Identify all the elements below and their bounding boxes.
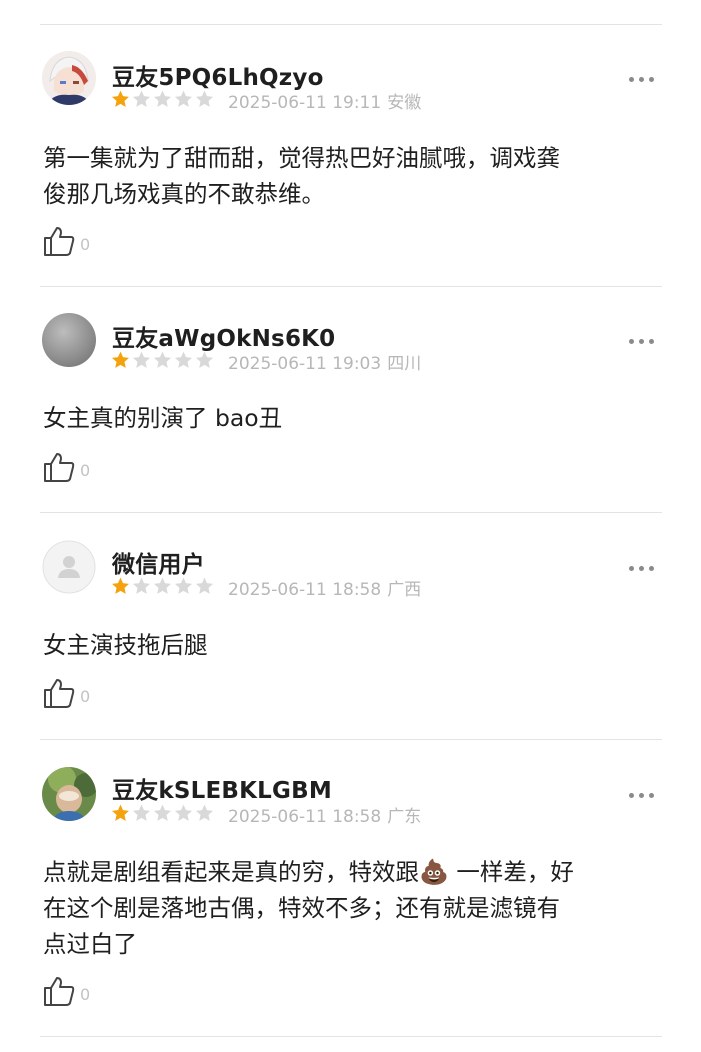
star-empty-icon — [133, 90, 150, 107]
divider — [40, 512, 662, 513]
comment-date: 2025-06-11 18:58 — [228, 807, 382, 827]
username[interactable]: 微信用户 — [112, 545, 205, 579]
star-empty-icon — [154, 577, 171, 594]
star-empty-icon — [154, 351, 171, 368]
username[interactable]: 豆友aWgOkNs6K0 — [112, 319, 335, 353]
thumbs-up-icon — [44, 679, 75, 708]
avatar-photo-icon — [42, 767, 96, 821]
divider — [40, 739, 662, 740]
star-empty-icon — [133, 804, 150, 821]
comment-text-part: 点就是剧组看起来是真的穷，特效跟 — [43, 858, 419, 886]
avatar[interactable] — [42, 540, 96, 594]
more-dots-icon[interactable] — [626, 334, 656, 348]
comment-meta: 2025-06-11 18:58 广东 — [228, 802, 421, 827]
thumbs-up-icon — [44, 227, 75, 256]
like-button[interactable]: 0 — [42, 975, 90, 1007]
star-empty-icon — [154, 804, 171, 821]
comment-location: 广西 — [387, 580, 422, 600]
comment-date: 2025-06-11 18:58 — [228, 580, 382, 600]
like-count: 0 — [80, 985, 91, 1004]
avatar[interactable] — [42, 313, 96, 367]
like-button[interactable]: 0 — [42, 225, 90, 257]
star-empty-icon — [196, 804, 213, 821]
like-button[interactable]: 0 — [42, 677, 90, 709]
star-rating — [110, 576, 215, 596]
star-empty-icon — [154, 90, 171, 107]
comment-date: 2025-06-11 19:03 — [228, 354, 382, 374]
avatar[interactable] — [42, 767, 96, 821]
comment-location: 广东 — [387, 807, 422, 827]
comment-text: 第一集就为了甜而甜，觉得热巴好油腻哦，调戏龚 俊那几场戏真的不敢恭维。 — [43, 144, 560, 208]
like-count: 0 — [80, 687, 91, 706]
poop-emoji: 💩 — [419, 858, 449, 886]
star-filled-icon — [112, 804, 129, 821]
comment-meta: 2025-06-11 19:11 安徽 — [228, 88, 421, 113]
star-empty-icon — [133, 351, 150, 368]
star-empty-icon — [175, 804, 192, 821]
star-empty-icon — [175, 90, 192, 107]
comment-location: 四川 — [387, 354, 422, 374]
comment-meta: 2025-06-11 18:58 广西 — [228, 575, 421, 600]
more-dots-icon[interactable] — [626, 788, 656, 802]
username[interactable]: 豆友5PQ6LhQzyo — [112, 58, 324, 92]
divider — [40, 286, 662, 287]
star-rating — [110, 89, 215, 109]
like-button[interactable]: 0 — [42, 451, 90, 483]
star-filled-icon — [112, 90, 129, 107]
comment-date: 2025-06-11 19:11 — [228, 93, 382, 113]
star-empty-icon — [196, 577, 213, 594]
star-empty-icon — [196, 351, 213, 368]
avatar-default-user-icon — [42, 540, 96, 594]
thumbs-up-icon — [44, 453, 75, 482]
star-rating — [110, 350, 215, 370]
star-empty-icon — [175, 351, 192, 368]
star-empty-icon — [133, 577, 150, 594]
comment-list: 豆友5PQ6LhQzyo 2025-06-11 19:11 安徽 第一集就为了甜而… — [0, 0, 701, 1052]
like-count: 0 — [80, 461, 91, 480]
comment-text: 点就是剧组看起来是真的穷，特效跟💩 一样差，好 在这个剧是落地古偶，特效不多；还… — [43, 854, 663, 962]
comment-text: 女主演技拖后腿 — [43, 631, 208, 659]
star-rating — [110, 803, 215, 823]
avatar-anime-character-icon — [42, 51, 96, 105]
star-empty-icon — [196, 90, 213, 107]
star-empty-icon — [175, 577, 192, 594]
more-dots-icon[interactable] — [626, 72, 656, 86]
like-count: 0 — [80, 235, 91, 254]
avatar-gray-icon — [42, 313, 96, 367]
comment-text: 女主真的别演了 bao丑 — [43, 404, 283, 432]
divider — [40, 1036, 662, 1037]
username[interactable]: 豆友kSLEBKLGBM — [112, 771, 332, 805]
thumbs-up-icon — [44, 977, 75, 1006]
star-filled-icon — [112, 351, 129, 368]
star-filled-icon — [112, 577, 129, 594]
comment-location: 安徽 — [387, 93, 422, 113]
avatar[interactable] — [42, 51, 96, 105]
divider — [40, 24, 662, 25]
comment-meta: 2025-06-11 19:03 四川 — [228, 349, 421, 374]
more-dots-icon[interactable] — [626, 561, 656, 575]
